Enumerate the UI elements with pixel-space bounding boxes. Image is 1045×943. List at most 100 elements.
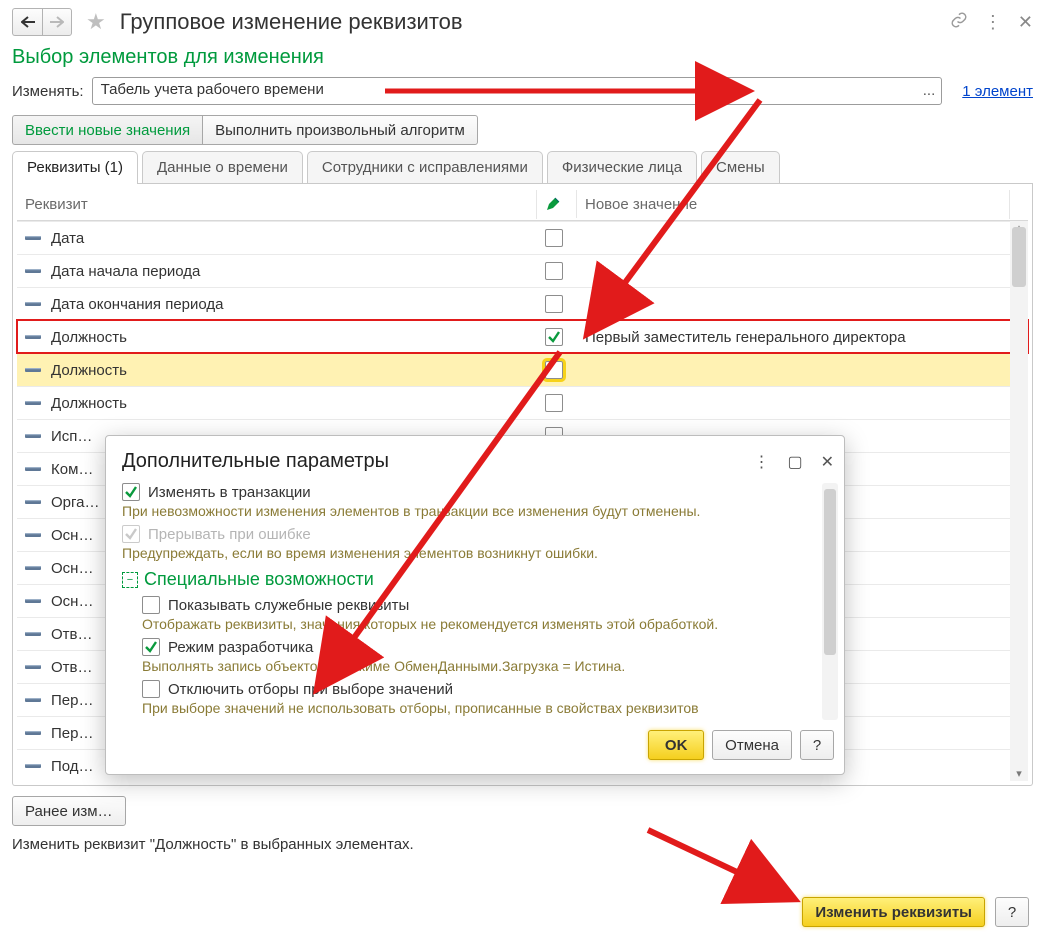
attribute-label: Исп… (51, 428, 92, 445)
field-icon (25, 332, 41, 342)
kebab-menu-icon[interactable]: ⋮ (984, 12, 1002, 33)
row-checkbox[interactable] (545, 229, 563, 247)
attribute-cell: Дата окончания периода (17, 291, 537, 318)
check-cell (537, 323, 577, 351)
table-row[interactable]: ДолжностьПервый заместитель генерального… (17, 320, 1028, 353)
opt-break-checkbox (122, 525, 140, 543)
attribute-label: Дата начала периода (51, 263, 200, 280)
row-checkbox[interactable] (545, 328, 563, 346)
favorite-star-icon[interactable]: ★ (86, 9, 106, 35)
attribute-label: Орга… (51, 494, 100, 511)
field-icon (25, 299, 41, 309)
opt-disable-filter-checkbox[interactable] (142, 680, 160, 698)
field-icon (25, 266, 41, 276)
attribute-label: Дата окончания периода (51, 296, 224, 313)
opt-transaction-checkbox[interactable] (122, 483, 140, 501)
value-cell[interactable] (577, 266, 1010, 276)
row-checkbox[interactable] (545, 262, 563, 280)
dialog-maximize-icon[interactable]: ▢ (787, 452, 802, 472)
tab-persons[interactable]: Физические лица (547, 151, 697, 183)
extra-params-dialog: Дополнительные параметры ⋮ ▢ ✕ Изменять … (105, 435, 845, 775)
attribute-label: Пер… (51, 725, 93, 742)
special-expander-icon[interactable]: − (122, 572, 138, 588)
attribute-label: Отв… (51, 626, 93, 643)
object-select-value: Табель учета рабочего времени (101, 81, 324, 98)
scroll-thumb[interactable] (1012, 227, 1026, 287)
section-title: Выбор элементов для изменения (12, 46, 1033, 69)
help-button[interactable]: ? (995, 897, 1029, 927)
mode-enter-values-button[interactable]: Ввести новые значения (12, 115, 202, 145)
opt-disable-filter-label: Отключить отборы при выборе значений (168, 681, 453, 698)
tab-corrections[interactable]: Сотрудники с исправлениями (307, 151, 543, 183)
field-icon (25, 398, 41, 408)
tabs: Реквизиты (1) Данные о времени Сотрудник… (12, 151, 1033, 184)
opt-dev-mode-checkbox[interactable] (142, 638, 160, 656)
tab-time-data[interactable]: Данные о времени (142, 151, 303, 183)
row-checkbox[interactable] (545, 361, 563, 379)
table-row[interactable]: Должность (17, 386, 1028, 419)
value-cell[interactable] (577, 233, 1010, 243)
elements-count-link[interactable]: 1 элемент (962, 83, 1033, 100)
tab-requisites[interactable]: Реквизиты (1) (12, 151, 138, 183)
nav-group (12, 8, 72, 36)
opt-show-service-label: Показывать служебные реквизиты (168, 597, 409, 614)
dialog-title: Дополнительные параметры (122, 450, 389, 473)
history-button[interactable]: Ранее изм… (12, 796, 126, 826)
dialog-scrollbar[interactable] (822, 483, 838, 720)
field-icon (25, 629, 41, 639)
value-cell[interactable] (577, 365, 1010, 375)
dialog-cancel-button[interactable]: Отмена (712, 730, 792, 760)
field-icon (25, 695, 41, 705)
dialog-kebab-icon[interactable]: ⋮ (753, 452, 769, 472)
apply-changes-button[interactable]: Изменить реквизиты (802, 897, 985, 927)
scroll-down-icon[interactable]: ▾ (1012, 767, 1026, 781)
dialog-ok-button[interactable]: OK (648, 730, 704, 760)
dialog-scroll-thumb[interactable] (824, 489, 836, 655)
field-icon (25, 233, 41, 243)
attribute-cell: Дата начала периода (17, 258, 537, 285)
row-checkbox[interactable] (545, 295, 563, 313)
field-icon (25, 761, 41, 771)
value-cell[interactable] (577, 299, 1010, 309)
tab-shifts[interactable]: Смены (701, 151, 780, 183)
field-icon (25, 662, 41, 672)
attribute-label: Осн… (51, 527, 93, 544)
value-cell[interactable] (577, 398, 1010, 408)
attribute-label: Пер… (51, 692, 93, 709)
table-row[interactable]: Дата (17, 221, 1028, 254)
check-cell (537, 224, 577, 252)
value-cell[interactable]: Первый заместитель генерального директор… (577, 324, 1010, 351)
forward-button[interactable] (42, 8, 72, 36)
opt-transaction-label: Изменять в транзакции (148, 484, 311, 501)
object-select[interactable]: Табель учета рабочего времени (92, 77, 943, 105)
col-edit-icon[interactable] (537, 190, 577, 218)
field-icon (25, 431, 41, 441)
field-icon (25, 530, 41, 540)
grid-scrollbar[interactable]: ▴ ▾ (1010, 221, 1028, 781)
table-row[interactable]: Должность (17, 353, 1028, 386)
table-row[interactable]: Дата окончания периода (17, 287, 1028, 320)
dialog-help-button[interactable]: ? (800, 730, 834, 760)
attribute-label: Под… (51, 758, 94, 775)
opt-dev-mode-hint: Выполнять запись объектов в режиме Обмен… (142, 658, 834, 674)
field-icon (25, 464, 41, 474)
field-icon (25, 563, 41, 573)
row-checkbox[interactable] (545, 394, 563, 412)
table-row[interactable]: Дата начала периода (17, 254, 1028, 287)
attribute-label: Должность (51, 395, 127, 412)
opt-show-service-checkbox[interactable] (142, 596, 160, 614)
opt-break-hint: Предупреждать, если во время изменения э… (122, 545, 834, 561)
opt-break-label: Прерывать при ошибке (148, 526, 311, 543)
opt-show-service-hint: Отображать реквизиты, значения которых н… (142, 616, 834, 632)
toolbar-right: ⋮ ✕ (950, 11, 1033, 34)
close-icon[interactable]: ✕ (1018, 12, 1033, 33)
attribute-label: Ком… (51, 461, 93, 478)
link-icon[interactable] (950, 11, 968, 34)
col-new-value[interactable]: Новое значение (577, 190, 1010, 219)
back-button[interactable] (12, 8, 42, 36)
dialog-close-icon[interactable]: ✕ (821, 452, 834, 472)
mode-run-algorithm-button[interactable]: Выполнить произвольный алгоритм (202, 115, 478, 145)
attribute-cell: Должность (17, 357, 537, 384)
opt-transaction-hint: При невозможности изменения элементов в … (122, 503, 834, 519)
col-attribute[interactable]: Реквизит (17, 190, 537, 219)
